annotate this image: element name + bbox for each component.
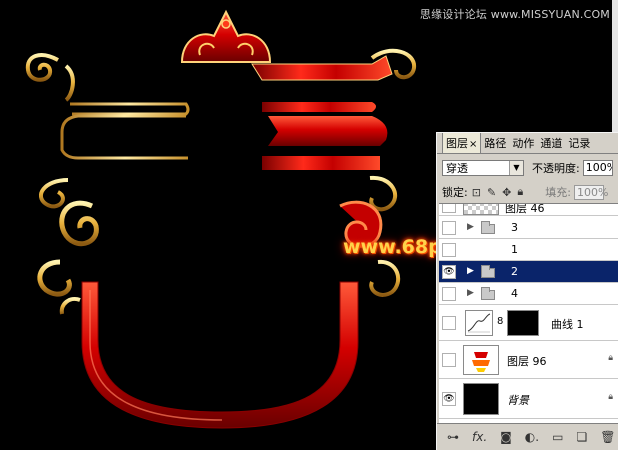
adjustment-icon[interactable]: ◐.	[525, 430, 539, 444]
lock-paint-icon[interactable]: ✎	[487, 186, 496, 199]
close-icon[interactable]: ×	[469, 139, 477, 150]
curves-icon	[465, 310, 493, 336]
right-red-frame	[251, 48, 417, 297]
fill-field[interactable]: 100%	[573, 184, 608, 200]
layers-list: 图层 46 ▶ 3 1 👁︎ ▶ 2 ▶ 4 8 曲线 1 图层 96 🔒︎ 👁…	[439, 203, 618, 424]
layer-group-row[interactable]: ▶ 4	[439, 283, 618, 305]
lock-icon: 🔒︎	[608, 392, 613, 402]
chevron-down-icon: ▼	[509, 160, 523, 175]
tab-actions[interactable]: 动作	[509, 133, 537, 153]
tab-paths[interactable]: 路径	[481, 133, 509, 153]
layer-name: 图层 46	[505, 203, 545, 215]
tab-layers[interactable]: 图层×	[442, 133, 482, 153]
background-layer-row[interactable]: 👁︎ 背景 🔒︎	[439, 379, 618, 419]
opacity-label: 不透明度:	[532, 161, 580, 175]
layer-name: 1	[511, 243, 518, 256]
opacity-field[interactable]: 100%	[582, 159, 613, 176]
eye-icon[interactable]: 👁︎	[442, 392, 456, 406]
layer-row[interactable]: 图层 96 🔒︎	[439, 341, 618, 379]
bottom-arch	[81, 281, 359, 429]
layer-group-row[interactable]: 1	[439, 239, 618, 261]
layer-group-row[interactable]: ▶ 3	[439, 217, 618, 239]
new-layer-icon[interactable]: ❏	[576, 430, 587, 444]
fill-label: 填充:	[545, 186, 571, 199]
tab-channels[interactable]: 通道	[537, 133, 565, 153]
tab-history[interactable]: 记录	[565, 133, 593, 153]
layer-name: 图层 96	[507, 355, 547, 368]
layer-name: 4	[511, 287, 518, 300]
expand-arrow-icon[interactable]: ▶	[467, 288, 474, 298]
trash-icon[interactable]: 🗑︎	[600, 430, 615, 444]
visibility-toggle[interactable]	[442, 287, 456, 301]
layer-group-row-selected[interactable]: 👁︎ ▶ 2	[439, 261, 618, 283]
visibility-toggle[interactable]	[442, 316, 456, 330]
layer-row[interactable]: 图层 46	[439, 203, 618, 216]
folder-icon	[481, 265, 495, 278]
expand-arrow-icon[interactable]: ▶	[467, 222, 474, 232]
layers-panel: 图层× 路径 动作 通道 记录 穿透 ▼ 不透明度: 100% 锁定: ⊡ ✎ …	[436, 132, 618, 450]
lock-transparency-icon[interactable]: ⊡	[472, 186, 481, 199]
layer-name: 曲线 1	[551, 318, 584, 331]
folder-icon[interactable]: ▭	[552, 430, 563, 444]
visibility-toggle[interactable]	[442, 221, 456, 235]
lock-move-icon[interactable]: ✥	[502, 186, 511, 199]
layer-thumbnail	[463, 345, 499, 375]
layer-thumbnail	[463, 383, 499, 415]
layer-mask-thumbnail	[507, 310, 539, 336]
eye-icon[interactable]: 👁︎	[442, 265, 456, 279]
layer-name: 背景	[507, 394, 529, 407]
layer-thumbnail	[463, 204, 499, 215]
top-crest	[180, 9, 272, 63]
link-icon[interactable]: ⊶	[447, 430, 459, 444]
layer-name: 3	[511, 221, 518, 234]
tab-layers-label: 图层	[446, 137, 468, 150]
panel-tabs: 图层× 路径 动作 通道 记录	[437, 133, 618, 154]
fx-icon[interactable]: fx.	[472, 430, 487, 444]
left-gold-frame	[25, 53, 190, 315]
expand-arrow-icon[interactable]: ▶	[467, 266, 474, 276]
site-watermark: 思缘设计论坛 www.MISSYUAN.COM	[419, 8, 610, 21]
visibility-toggle[interactable]	[442, 204, 456, 213]
folder-icon	[481, 221, 495, 234]
folder-icon	[481, 287, 495, 300]
visibility-toggle[interactable]	[442, 243, 456, 257]
chain-link-icon: 8	[497, 316, 504, 327]
adjustment-layer-row[interactable]: 8 曲线 1	[439, 305, 618, 341]
panel-bottom-toolbar: ⊶ fx. ◙ ◐. ▭ ❏ 🗑︎	[437, 423, 618, 450]
lock-all-icon[interactable]: 🔒︎	[517, 185, 523, 199]
blend-mode-select[interactable]: 穿透 ▼	[442, 159, 524, 176]
layer-name: 2	[511, 265, 518, 278]
lock-label: 锁定:	[442, 186, 468, 199]
lock-icon: 🔒︎	[608, 353, 613, 363]
mask-icon[interactable]: ◙	[500, 430, 512, 444]
blend-mode-value: 穿透	[446, 161, 468, 175]
visibility-toggle[interactable]	[442, 353, 456, 367]
